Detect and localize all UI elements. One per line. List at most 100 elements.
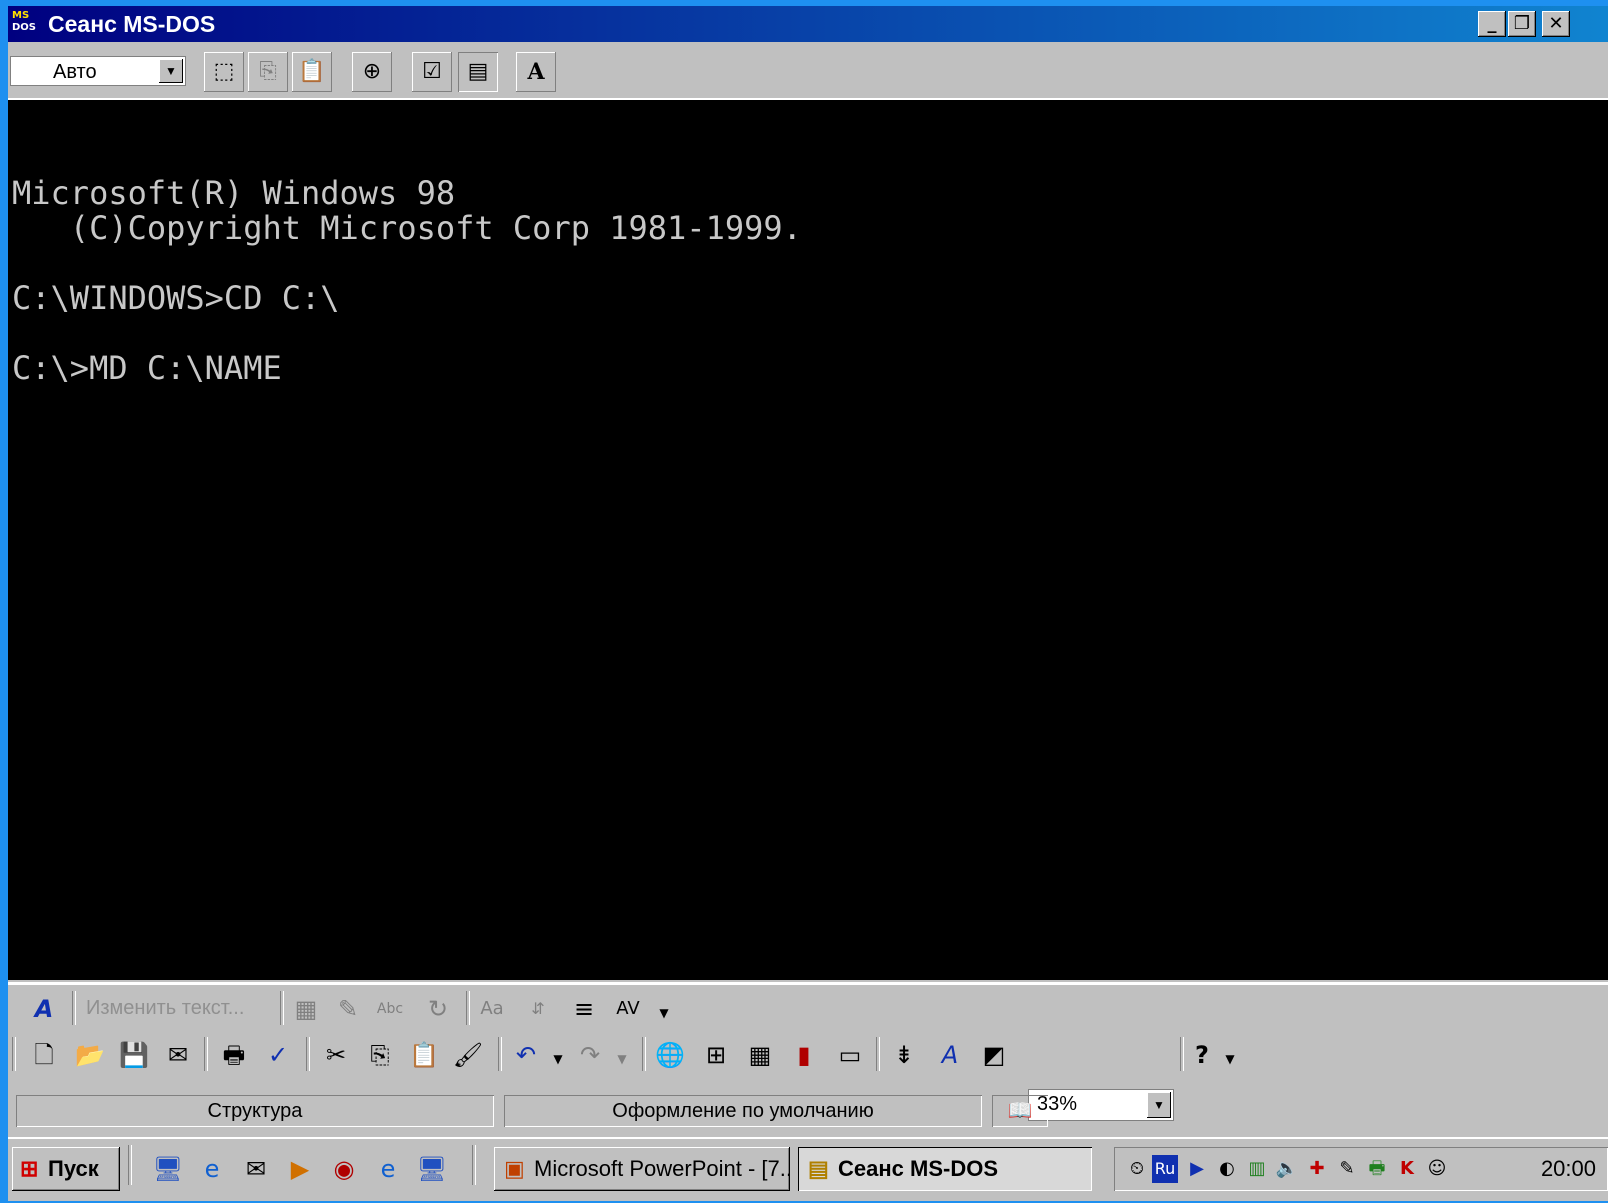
- minimize-button[interactable]: _: [1478, 11, 1506, 37]
- msdos-icon-label-bottom: DOS: [12, 22, 37, 33]
- properties-icon[interactable]: ☑: [412, 52, 452, 92]
- taskbar-item-powerpoint[interactable]: ▣ Microsoft PowerPoint - [7...: [494, 1147, 790, 1191]
- language-indicator[interactable]: Ru: [1152, 1155, 1178, 1183]
- paste-icon[interactable]: 📋: [292, 52, 332, 92]
- copy-icon[interactable]: ⎘: [364, 1039, 396, 1071]
- start-button[interactable]: ⊞ Пуск: [12, 1147, 120, 1191]
- toolbar-separator: [12, 1037, 16, 1071]
- toolbar-separator: [642, 1037, 646, 1071]
- standard-toolbar: 🗋 📂 💾 ✉ 🖶 ✓ ✂ ⎘ 📋 🖌 ↶ ▼ ↷ ▼ 🌐 ⊞ ▦ ▮ ▭ ⇟: [8, 1033, 1248, 1121]
- volume-icon[interactable]: 🔈: [1274, 1155, 1300, 1183]
- wordart-toolbar: A Изменить текст... ▦ ✎ Abc ↻ Aa ⇵ ≡ AV …: [8, 987, 688, 1031]
- msdos-window: MS DOS Сеанс MS-DOS _ ❐ ✕ Авто ▼ ⬚ ⎘ 📋 ⊕…: [8, 6, 1608, 1201]
- spelling-icon[interactable]: ✓: [262, 1039, 294, 1071]
- console-output[interactable]: Microsoft(R) Windows 98 (C)Copyright Mic…: [8, 100, 1608, 980]
- media-player-icon[interactable]: ▶: [284, 1153, 316, 1185]
- wordart-insert-icon[interactable]: A: [28, 993, 60, 1025]
- msdos-icon: ▤: [808, 1156, 829, 1181]
- console-line: Microsoft(R) Windows 98: [12, 174, 456, 212]
- background-icon[interactable]: ▤: [458, 52, 498, 92]
- vertical-text-icon[interactable]: ⇵: [522, 993, 554, 1025]
- tables-borders-icon[interactable]: ⊞: [700, 1039, 732, 1071]
- toolbar-separator: [280, 991, 284, 1025]
- status-view: Структура: [16, 1095, 494, 1127]
- dos-toolbar: Авто ▼ ⬚ ⎘ 📋 ⊕ ☑ ▤ A: [8, 44, 1608, 100]
- print-icon[interactable]: 🖶: [218, 1039, 250, 1071]
- fullscreen-icon[interactable]: ⊕: [352, 52, 392, 92]
- expand-all-icon[interactable]: ⇟: [888, 1039, 920, 1071]
- internet-explorer-icon[interactable]: e: [372, 1153, 404, 1185]
- font-size-select[interactable]: Авто ▼: [10, 56, 186, 86]
- chevron-down-icon[interactable]: ▼: [542, 1043, 574, 1075]
- chevron-down-icon[interactable]: ▼: [159, 59, 183, 83]
- save-icon[interactable]: 💾: [118, 1039, 150, 1071]
- task-icon[interactable]: ✎: [1334, 1155, 1360, 1183]
- chevron-down-icon[interactable]: ▼: [648, 997, 680, 1029]
- start-label: Пуск: [48, 1156, 99, 1181]
- user-icon[interactable]: ☺: [1424, 1155, 1450, 1183]
- app-launcher-icon[interactable]: ◉: [328, 1153, 360, 1185]
- show-formatting-icon[interactable]: A: [934, 1039, 966, 1071]
- taskbar-item-label: Microsoft PowerPoint - [7...: [534, 1156, 790, 1181]
- copy-icon[interactable]: ⎘: [248, 52, 288, 92]
- insert-table-icon[interactable]: ▦: [744, 1039, 776, 1071]
- taskbar: ⊞ Пуск 🖥 e ✉ ▶ ◉ e 🖥 ▣ Microsoft PowerPoin…: [8, 1137, 1608, 1203]
- taskbar-item-msdos[interactable]: ▤ Сеанс MS-DOS: [798, 1147, 1092, 1191]
- wordart-gallery-icon[interactable]: ▦: [290, 993, 322, 1025]
- maximize-button[interactable]: ❐: [1508, 11, 1536, 37]
- chevron-down-icon[interactable]: ▼: [1214, 1043, 1246, 1075]
- taskbar-separator: [472, 1145, 476, 1185]
- toolbar-separator: [1180, 1037, 1184, 1071]
- email-icon[interactable]: ✉: [162, 1039, 194, 1071]
- display-icon[interactable]: ◐: [1214, 1155, 1240, 1183]
- cut-icon[interactable]: ✂: [320, 1039, 352, 1071]
- alignment-icon[interactable]: ≡: [568, 993, 600, 1025]
- wordart-shape-icon[interactable]: Abc: [374, 993, 406, 1025]
- toolbar-separator: [876, 1037, 880, 1071]
- outlook-express-icon[interactable]: ✉: [240, 1153, 272, 1185]
- console-line: C:\WINDOWS>CD C:\: [12, 279, 340, 317]
- show-desktop-icon[interactable]: 🖥: [152, 1153, 184, 1185]
- same-letter-heights-icon[interactable]: Aa: [476, 993, 508, 1025]
- msdos-icon-label-top: MS: [12, 10, 30, 21]
- powerpoint-icon: ▣: [504, 1156, 525, 1181]
- character-spacing-icon[interactable]: AV: [612, 993, 644, 1025]
- insert-chart-icon[interactable]: ▮: [788, 1039, 820, 1071]
- taskbar-item-label: Сеанс MS-DOS: [838, 1156, 998, 1181]
- new-slide-icon[interactable]: ▭: [834, 1039, 866, 1071]
- scheduler-icon[interactable]: ⏲: [1124, 1155, 1150, 1183]
- channels-icon[interactable]: 🖥: [416, 1153, 448, 1185]
- kaspersky-icon[interactable]: K: [1394, 1155, 1420, 1183]
- printer-icon[interactable]: 🖶: [1364, 1155, 1390, 1183]
- antivirus-icon[interactable]: ✚: [1304, 1155, 1330, 1183]
- edit-text-button[interactable]: Изменить текст...: [86, 997, 244, 1020]
- free-rotate-icon[interactable]: ↻: [422, 993, 454, 1025]
- chevron-down-icon[interactable]: ▼: [606, 1043, 638, 1075]
- internet-explorer-icon[interactable]: e: [196, 1153, 228, 1185]
- network-icon[interactable]: ▥: [1244, 1155, 1270, 1183]
- format-wordart-icon[interactable]: ✎: [332, 993, 364, 1025]
- media-icon[interactable]: ▶: [1184, 1155, 1210, 1183]
- toolbar-separator: [466, 991, 470, 1025]
- font-size-value: Авто: [53, 61, 97, 83]
- status-bar: Структура Оформление по умолчанию 📖: [8, 1089, 1608, 1129]
- new-document-icon[interactable]: 🗋: [28, 1039, 60, 1071]
- grayscale-icon[interactable]: ◩: [978, 1039, 1010, 1071]
- open-folder-icon[interactable]: 📂: [74, 1039, 106, 1071]
- mark-icon[interactable]: ⬚: [204, 52, 244, 92]
- undo-icon[interactable]: ↶: [510, 1039, 542, 1071]
- spelling-status-icon[interactable]: 📖: [992, 1095, 1048, 1127]
- close-button[interactable]: ✕: [1542, 11, 1570, 37]
- hyperlink-icon[interactable]: 🌐: [654, 1039, 686, 1071]
- font-icon[interactable]: A: [516, 52, 556, 92]
- toolbar-separator: [204, 1037, 208, 1071]
- console-line: C:\>MD C:\NAME: [12, 349, 282, 387]
- window-title: Сеанс MS-DOS: [48, 11, 216, 37]
- toolbar-separator: [498, 1037, 502, 1071]
- paste-icon[interactable]: 📋: [408, 1039, 440, 1071]
- title-bar[interactable]: MS DOS Сеанс MS-DOS _ ❐ ✕: [8, 6, 1608, 42]
- redo-icon[interactable]: ↷: [574, 1039, 606, 1071]
- format-painter-icon[interactable]: 🖌: [452, 1039, 484, 1071]
